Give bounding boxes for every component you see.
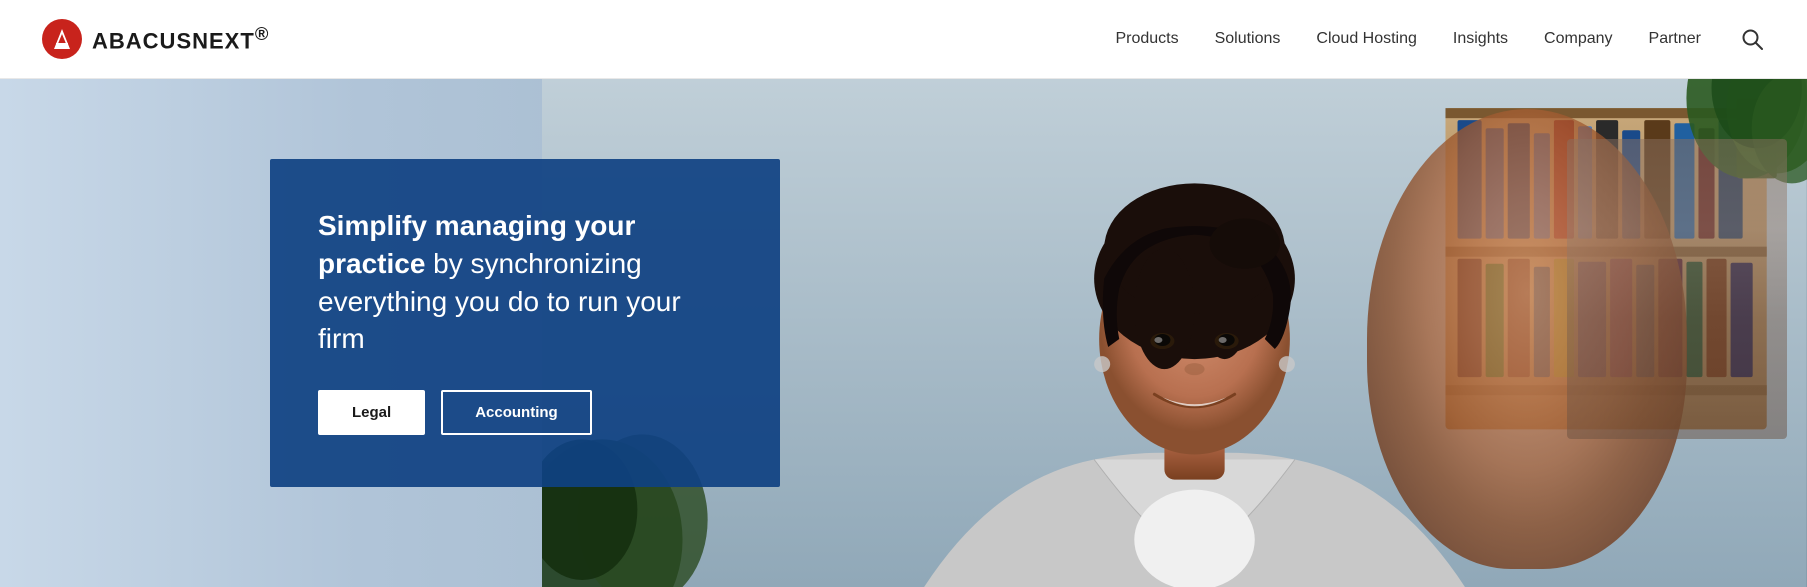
search-icon — [1741, 28, 1763, 50]
nav-item-cloud-hosting[interactable]: Cloud Hosting — [1316, 30, 1417, 48]
hero-headline: Simplify managing your practice by synch… — [318, 207, 732, 358]
search-button[interactable] — [1737, 24, 1767, 54]
nav-item-partner[interactable]: Partner — [1649, 30, 1701, 48]
hero-content-box: Simplify managing your practice by synch… — [270, 159, 780, 487]
nav-item-insights[interactable]: Insights — [1453, 30, 1508, 48]
logo-link[interactable]: ABACUSNEXT® — [40, 17, 269, 61]
logo-text: ABACUSNEXT® — [92, 23, 269, 54]
logo-icon — [40, 17, 84, 61]
nav-item-products[interactable]: Products — [1115, 30, 1178, 48]
legal-button[interactable]: Legal — [318, 390, 425, 435]
site-header: ABACUSNEXT® Products Solutions Cloud Hos… — [0, 0, 1807, 79]
accounting-button[interactable]: Accounting — [441, 390, 592, 435]
main-nav: Products Solutions Cloud Hosting Insight… — [1115, 24, 1767, 54]
hero-buttons: Legal Accounting — [318, 390, 732, 435]
nav-item-solutions[interactable]: Solutions — [1215, 30, 1281, 48]
hero-section: Simplify managing your practice by synch… — [0, 79, 1807, 587]
nav-item-company[interactable]: Company — [1544, 30, 1612, 48]
